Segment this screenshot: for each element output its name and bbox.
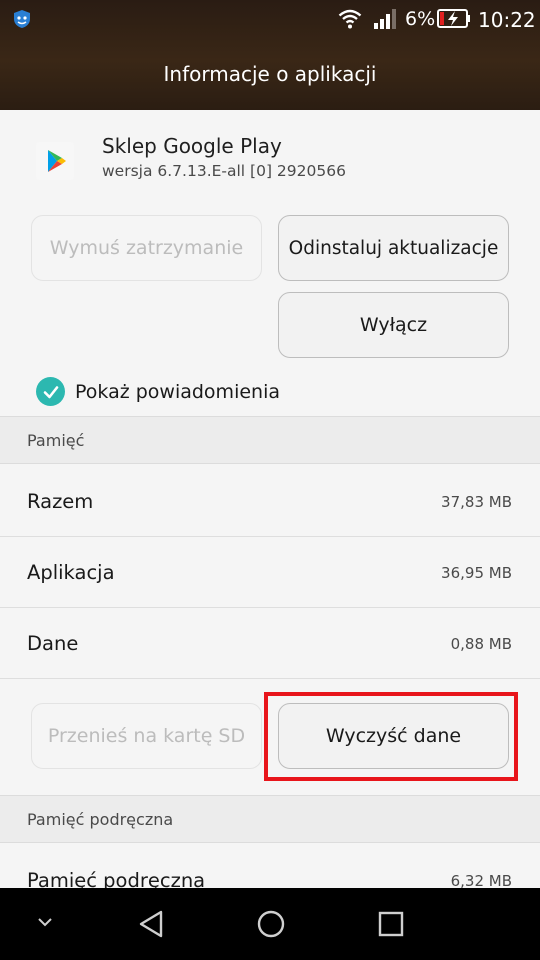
- clock: 10:22: [478, 8, 536, 32]
- navigation-bar: [0, 888, 540, 960]
- row-value: 0,88 MB: [450, 635, 512, 653]
- battery-charging-icon: [437, 9, 470, 28]
- page-title: Informacje o aplikacji: [163, 62, 377, 86]
- back-icon[interactable]: [137, 909, 165, 939]
- show-notifications-checkbox[interactable]: Pokaż powiadomienia: [36, 377, 280, 406]
- wifi-icon: [338, 9, 362, 29]
- storage-row-total: Razem 37,83 MB: [0, 466, 540, 537]
- vpn-shield-icon: [14, 10, 30, 28]
- row-value: 36,95 MB: [441, 564, 512, 582]
- storage-section-header: Pamięć: [0, 416, 540, 464]
- google-play-icon: [36, 142, 74, 180]
- battery-percent: 6%: [405, 8, 436, 30]
- cache-section-header: Pamięć podręczna: [0, 795, 540, 843]
- recents-icon[interactable]: [378, 911, 404, 937]
- status-bar: 6% 10:22: [0, 0, 540, 38]
- signal-icon: [374, 9, 396, 29]
- hide-nav-chevron-icon[interactable]: [36, 916, 54, 928]
- row-label: Dane: [27, 632, 79, 655]
- disable-button[interactable]: Wyłącz: [278, 292, 509, 358]
- home-icon[interactable]: [256, 909, 286, 939]
- storage-row-app: Aplikacja 36,95 MB: [0, 537, 540, 608]
- show-notifications-label: Pokaż powiadomienia: [75, 380, 281, 403]
- move-to-sd-button[interactable]: Przenieś na kartę SD: [31, 703, 262, 769]
- check-icon: [36, 377, 65, 406]
- uninstall-updates-button[interactable]: Odinstaluj aktualizacje: [278, 215, 509, 281]
- row-label: Aplikacja: [27, 561, 115, 584]
- row-label: Razem: [27, 490, 94, 513]
- app-name: Sklep Google Play: [102, 134, 282, 158]
- storage-row-data: Dane 0,88 MB: [0, 608, 540, 679]
- highlight-box: [264, 692, 518, 781]
- force-stop-button[interactable]: Wymuś zatrzymanie: [31, 215, 262, 281]
- app-version: wersja 6.7.13.E-all [0] 2920566: [102, 162, 346, 180]
- row-value: 37,83 MB: [441, 493, 512, 511]
